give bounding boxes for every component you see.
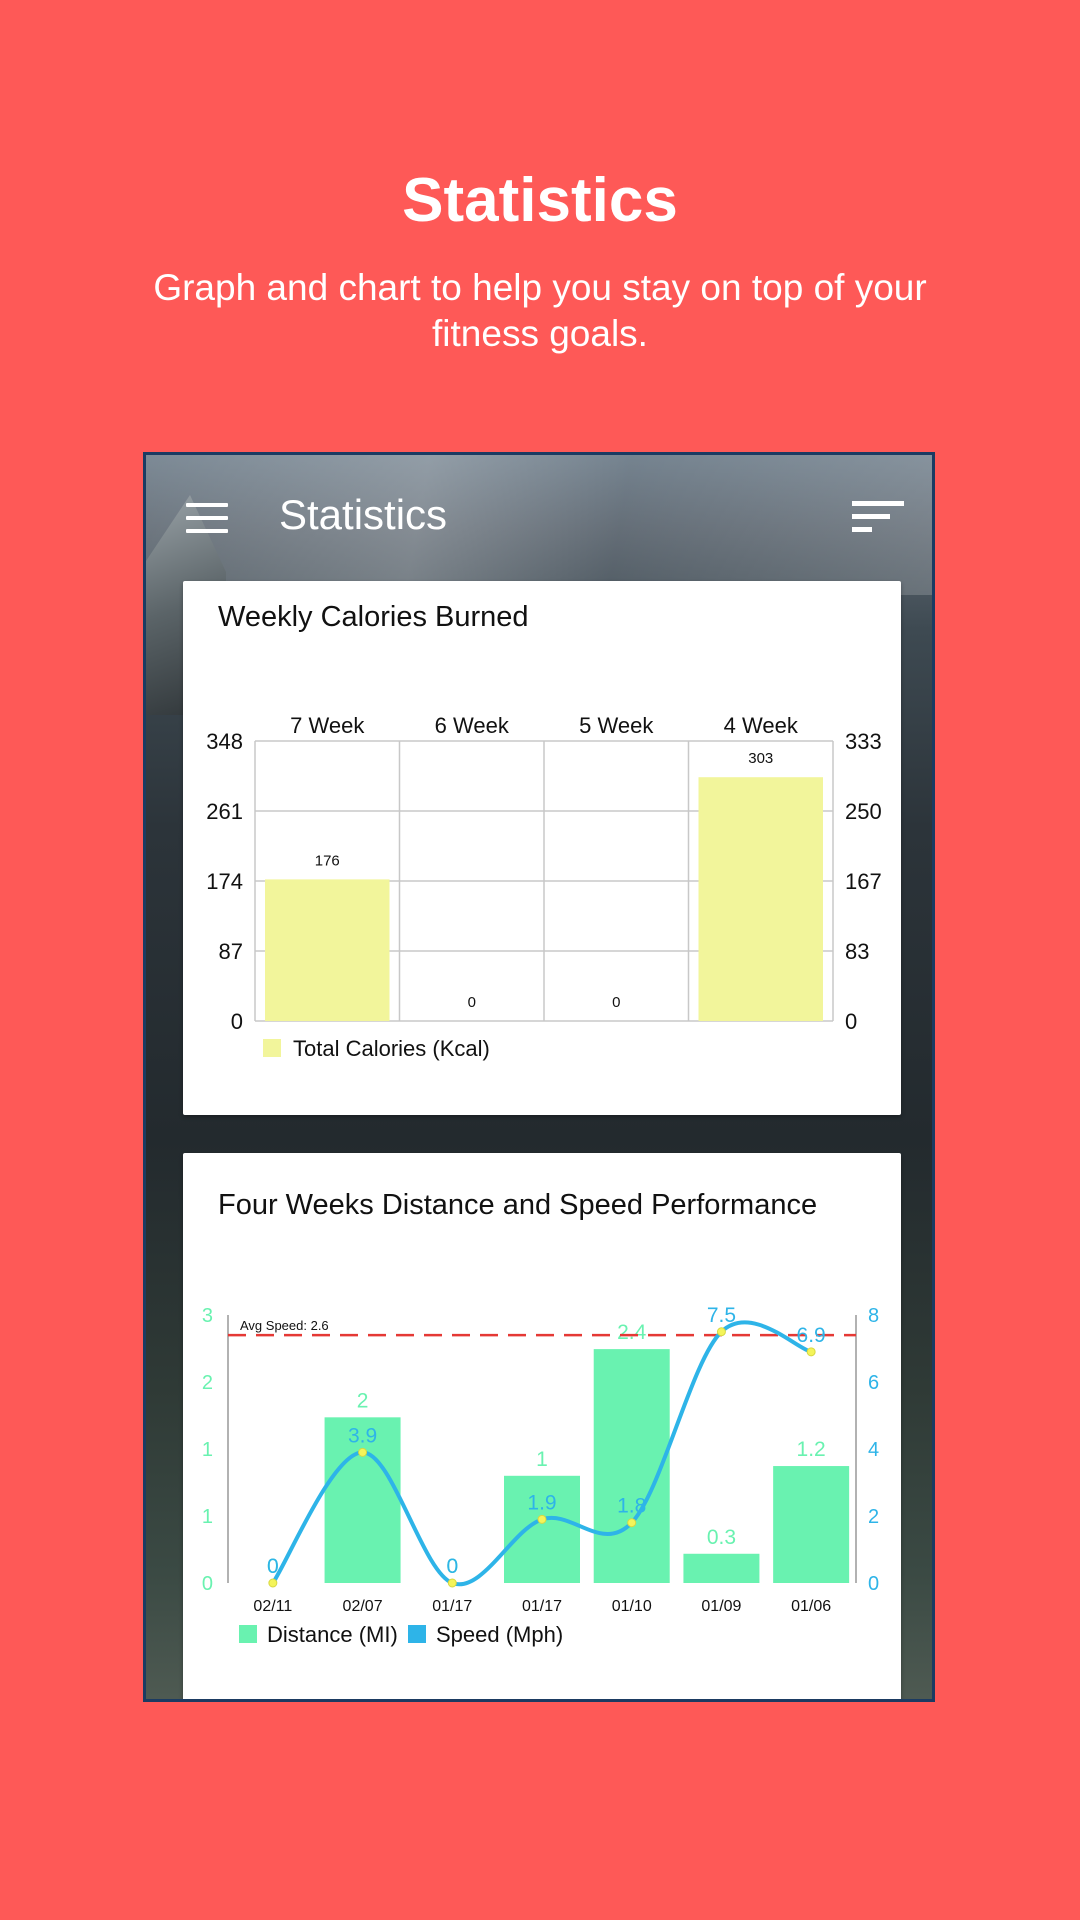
- promo-subtitle: Graph and chart to help you stay on top …: [153, 267, 927, 354]
- calories-value-label: 0: [612, 994, 620, 1011]
- calories-legend-label: Total Calories (Kcal): [293, 1036, 490, 1061]
- speed-value-label: 3.9: [348, 1424, 377, 1447]
- calories-category-label: 4 Week: [724, 713, 799, 738]
- distance-left-tick: 2: [202, 1372, 213, 1394]
- calories-chart: 348 261 174 87 0 333 250 167 83 0 7 Week 176 6 Week 0…: [206, 713, 882, 1061]
- calories-bar: [698, 777, 823, 1021]
- weekly-calories-card: Weekly Calories Burned 348 261 174 87 0 333 25…: [183, 581, 901, 1115]
- sort-lines-icon[interactable]: [852, 501, 906, 537]
- calories-left-tick: 261: [206, 799, 243, 824]
- speed-legend-swatch: [408, 1625, 426, 1643]
- calories-left-tick: 348: [206, 729, 243, 754]
- distance-value-label: 1: [536, 1448, 548, 1471]
- distance-left-tick: 1: [202, 1439, 213, 1461]
- calories-left-tick: 174: [206, 869, 243, 894]
- appbar-title: Statistics: [279, 491, 448, 538]
- distance-category-label: 02/11: [253, 1598, 292, 1615]
- speed-point: [627, 1518, 637, 1528]
- speed-value-label: 1.9: [527, 1491, 556, 1514]
- speed-right-tick: 8: [868, 1305, 879, 1327]
- speed-point: [716, 1327, 726, 1337]
- distance-bar: [593, 1349, 670, 1583]
- speed-right-tick: 6: [868, 1372, 879, 1394]
- calories-value-label: 0: [468, 994, 476, 1011]
- distance-value-label: 1.2: [797, 1438, 826, 1461]
- distance-bar: [683, 1553, 760, 1583]
- calories-value-label: 303: [748, 750, 773, 767]
- calories-right-tick: 167: [845, 869, 882, 894]
- distance-category-label: 01/10: [612, 1598, 652, 1615]
- speed-value-label: 1.8: [617, 1495, 646, 1518]
- speed-point: [806, 1347, 816, 1357]
- speed-value-label: 6.9: [797, 1324, 826, 1347]
- speed-value-label: 0: [446, 1555, 458, 1578]
- distance-category-label: 01/17: [432, 1598, 472, 1615]
- speed-value-label: 0: [267, 1555, 279, 1578]
- calories-right-tick: 0: [845, 1009, 857, 1034]
- calories-category-label: 7 Week: [290, 713, 365, 738]
- speed-point: [268, 1578, 278, 1588]
- calories-category-label: 5 Week: [579, 713, 654, 738]
- calories-bar: [265, 879, 390, 1021]
- distance-left-tick: 0: [202, 1573, 213, 1595]
- distance-category-label: 01/09: [701, 1598, 741, 1615]
- speed-right-tick: 2: [868, 1506, 879, 1528]
- distance-category-label: 01/06: [791, 1598, 831, 1615]
- distance-speed-chart: 3211086420002/11202/07001/17101/172.401/…: [202, 1304, 879, 1647]
- speed-point: [358, 1447, 368, 1457]
- distance-left-tick: 3: [202, 1305, 213, 1327]
- distance-bar: [773, 1466, 850, 1583]
- distance-legend-swatch: [239, 1625, 257, 1643]
- calories-category-label: 6 Week: [435, 713, 510, 738]
- speed-point: [447, 1578, 457, 1588]
- calories-left-tick: 0: [231, 1009, 243, 1034]
- avg-speed-label: Avg Speed: 2.6: [240, 1318, 329, 1333]
- hamburger-menu-icon[interactable]: [186, 503, 228, 533]
- speed-value-label: 7.5: [707, 1304, 736, 1327]
- phone-screen: Statistics Weekly Calories Burned 348 261…: [143, 452, 935, 1702]
- app-bar: Statistics: [146, 455, 932, 575]
- calories-right-tick: 250: [845, 799, 882, 824]
- distance-value-label: 2.4: [617, 1321, 647, 1344]
- distance-value-label: 2: [357, 1389, 369, 1412]
- distance-speed-card: Four Weeks Distance and Speed Performanc…: [183, 1153, 901, 1699]
- distance-value-label: 0.3: [707, 1526, 736, 1549]
- calories-left-tick: 87: [219, 939, 243, 964]
- calories-value-label: 176: [315, 852, 340, 869]
- speed-legend-label: Speed (Mph): [436, 1622, 563, 1647]
- distance-category-label: 01/17: [522, 1598, 562, 1615]
- distance-category-label: 02/07: [343, 1598, 383, 1615]
- speed-point: [537, 1514, 547, 1524]
- promo-title: Statistics: [402, 166, 678, 235]
- distance-left-tick: 1: [202, 1506, 213, 1528]
- calories-right-tick: 83: [845, 939, 869, 964]
- distance-legend-label: Distance (MI): [267, 1622, 398, 1647]
- calories-legend-swatch: [263, 1039, 281, 1057]
- calories-right-tick: 333: [845, 729, 882, 754]
- speed-right-tick: 4: [868, 1439, 879, 1461]
- speed-right-tick: 0: [868, 1573, 879, 1595]
